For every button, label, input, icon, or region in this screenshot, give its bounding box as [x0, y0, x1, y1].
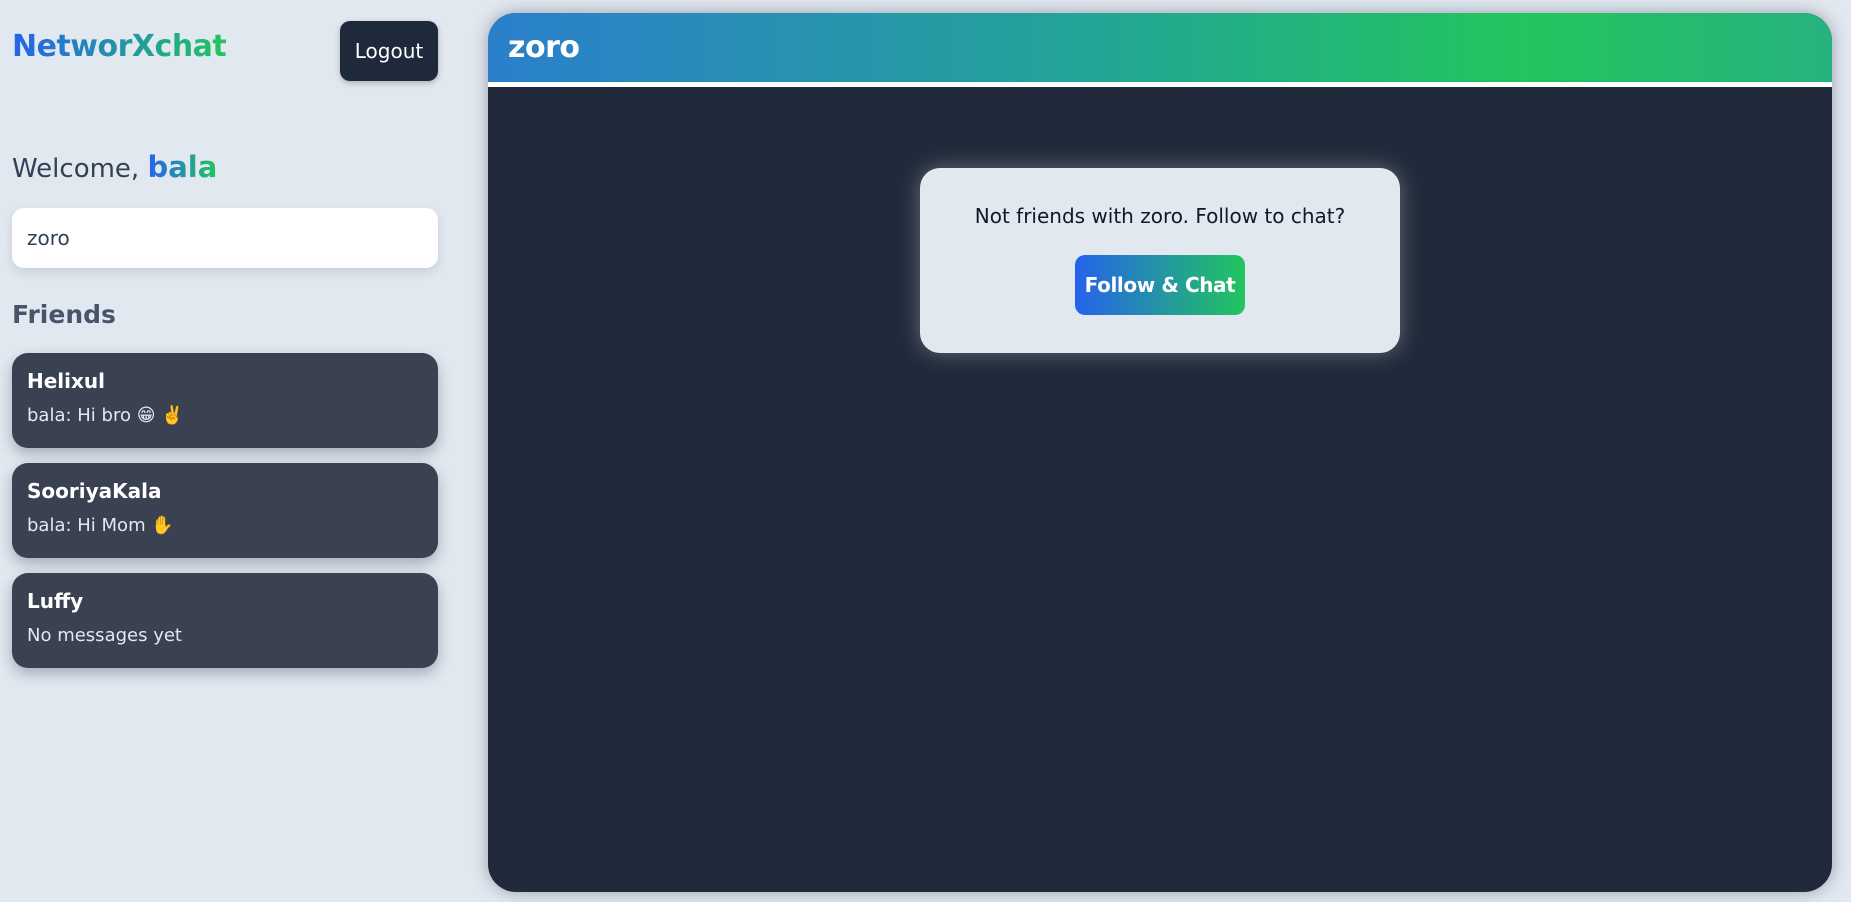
- friend-last-message: bala: Hi bro 😁 ✌️: [27, 405, 184, 426]
- sidebar: NetworXchat Logout Welcome, bala Friends…: [0, 0, 458, 902]
- welcome-prefix: Welcome,: [12, 154, 148, 184]
- follow-and-chat-button[interactable]: Follow & Chat: [1075, 255, 1245, 315]
- friend-last-message: No messages yet: [27, 625, 182, 646]
- friend-item-luffy[interactable]: Luffy No messages yet: [12, 573, 438, 668]
- app-logo: NetworXchat: [12, 29, 227, 64]
- search-input[interactable]: [12, 208, 438, 268]
- chat-title: zoro: [508, 30, 580, 65]
- friend-list: Helixul bala: Hi bro 😁 ✌️ SooriyaKala ba…: [12, 353, 438, 683]
- friend-name: Luffy: [27, 589, 84, 613]
- chat-panel: zoro Not friends with zoro. Follow to ch…: [488, 13, 1832, 892]
- current-username: bala: [147, 150, 218, 184]
- follow-prompt-card: Not friends with zoro. Follow to chat? F…: [920, 168, 1400, 353]
- friends-heading: Friends: [12, 300, 116, 329]
- welcome-message: Welcome, bala: [12, 150, 217, 184]
- chat-header: zoro: [488, 13, 1832, 87]
- friend-last-message: bala: Hi Mom ✋: [27, 515, 174, 536]
- friend-name: SooriyaKala: [27, 479, 162, 503]
- friend-item-sooriyakala[interactable]: SooriyaKala bala: Hi Mom ✋: [12, 463, 438, 558]
- friend-name: Helixul: [27, 369, 106, 393]
- logout-button[interactable]: Logout: [340, 21, 438, 81]
- friend-item-helixul[interactable]: Helixul bala: Hi bro 😁 ✌️: [12, 353, 438, 448]
- follow-prompt-text: Not friends with zoro. Follow to chat?: [974, 204, 1346, 228]
